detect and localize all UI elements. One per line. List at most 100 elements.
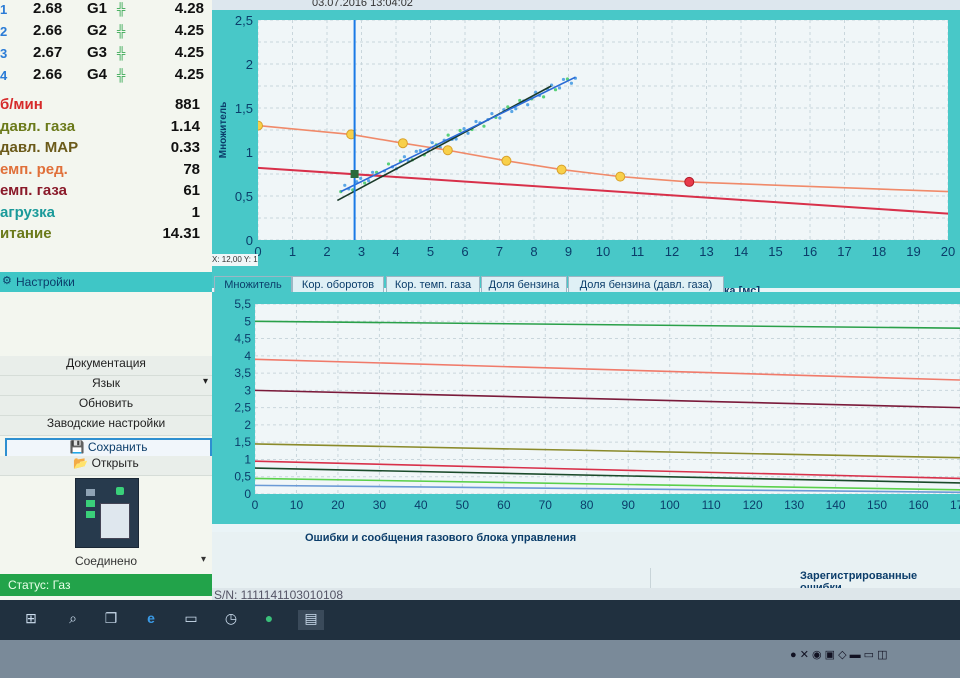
x-tick-label: 20 bbox=[941, 244, 955, 259]
update-label: Обновить bbox=[78, 396, 134, 410]
x-tick-label: 140 bbox=[826, 498, 846, 512]
injector-label: G3 bbox=[87, 44, 108, 61]
injector-petrol-time: 2.68 bbox=[33, 0, 63, 17]
injector-gas-time: 4.28 bbox=[174, 0, 204, 17]
app-window: 03.07.2016 13:04:02 1 2.68 G1 ╬ 4.28 2 2.… bbox=[0, 0, 960, 600]
y-tick-label: 2 bbox=[246, 57, 253, 72]
parameter-row: емп. газа 61 bbox=[0, 182, 212, 203]
multiplier-plot-area[interactable] bbox=[253, 19, 949, 241]
floppy-disk-icon: 💾 bbox=[69, 440, 85, 454]
open-label: Открыть bbox=[91, 456, 139, 470]
search-icon[interactable]: ⌕ bbox=[62, 610, 84, 630]
language-label: Язык bbox=[91, 376, 121, 390]
injector-index: 1 bbox=[0, 2, 8, 17]
parameter-row: агрузка 1 bbox=[0, 204, 212, 225]
settings-label: Настройки bbox=[16, 275, 75, 289]
y-tick-label: 1 bbox=[246, 145, 253, 160]
history-plot-area[interactable] bbox=[254, 303, 960, 495]
injector-index: 3 bbox=[0, 46, 8, 61]
x-tick-label: 9 bbox=[565, 244, 572, 259]
injector-row: 1 2.68 G1 ╬ 4.28 bbox=[0, 0, 212, 22]
documentation-menu-item[interactable]: Документация bbox=[0, 356, 212, 376]
tab-label: Кор. темп. газа bbox=[394, 279, 472, 291]
sample-point bbox=[402, 155, 407, 159]
x-tick-label: 90 bbox=[622, 498, 636, 512]
x-tick-label: 5 bbox=[427, 244, 434, 259]
x-tick-label: 70 bbox=[539, 498, 553, 512]
y-tick-label: 0,5 bbox=[235, 189, 253, 204]
tab-label: Кор. оборотов bbox=[301, 279, 375, 291]
edge-browser-icon[interactable]: e bbox=[140, 610, 162, 630]
app-icon[interactable]: ● bbox=[258, 610, 280, 630]
multiplier-chart[interactable] bbox=[253, 19, 949, 241]
injector-index: 2 bbox=[0, 24, 8, 39]
x-tick-label: 4 bbox=[392, 244, 399, 259]
series-line-fit-black bbox=[336, 85, 552, 202]
injector-icon: ╬ bbox=[117, 2, 126, 16]
y-tick-label: 0,5 bbox=[234, 470, 251, 484]
cursor-point bbox=[350, 170, 359, 178]
x-tick-label: 110 bbox=[702, 498, 721, 512]
factory-settings-menu-item[interactable]: Заводские настройки bbox=[0, 416, 212, 436]
x-tick-label: 2 bbox=[323, 244, 330, 259]
injector-gas-time: 4.25 bbox=[174, 66, 204, 83]
left-panel: 1 2.68 G1 ╬ 4.28 2 2.66 G2 ╬ 4.25 3 2.67 G… bbox=[0, 0, 212, 600]
x-tick-label: 30 bbox=[373, 498, 387, 512]
injector-row: 4 2.66 G4 ╬ 4.25 bbox=[0, 66, 212, 88]
y-tick-label: 1 bbox=[244, 452, 251, 466]
history-series-line bbox=[254, 389, 960, 409]
open-menu-item[interactable]: 📂 Открыть bbox=[0, 456, 212, 476]
file-explorer-icon[interactable]: ▭ bbox=[180, 610, 202, 630]
settings-bar[interactable]: ⚙ Настройки bbox=[0, 272, 212, 292]
parameter-label: емп. газа bbox=[0, 182, 68, 199]
sample-point bbox=[458, 128, 462, 133]
parameter-label: давл. газа bbox=[0, 117, 76, 135]
curve-marker bbox=[556, 164, 567, 175]
task-view-icon[interactable]: ❐ bbox=[100, 610, 122, 630]
parameter-value: 1.14 bbox=[170, 117, 200, 135]
sample-point bbox=[363, 181, 367, 185]
y-tick-label: 1,5 bbox=[235, 101, 253, 116]
parameter-row: б/мин 881 bbox=[0, 96, 212, 117]
injector-label: G4 bbox=[87, 66, 108, 83]
active-app-icon[interactable]: ▤ bbox=[298, 610, 324, 630]
x-tick-label: 10 bbox=[290, 498, 304, 512]
history-chart[interactable] bbox=[254, 303, 960, 495]
injector-row: 2 2.66 G2 ╬ 4.25 bbox=[0, 22, 212, 44]
sample-point bbox=[343, 183, 347, 187]
update-menu-item[interactable]: Обновить bbox=[0, 396, 212, 416]
curve-marker bbox=[615, 171, 626, 182]
x-tick-label: 160 bbox=[909, 498, 929, 512]
y-tick-label: 5 bbox=[244, 314, 251, 328]
curve-marker bbox=[397, 138, 408, 149]
sample-point bbox=[446, 133, 450, 137]
x-tick-label: 17 bbox=[837, 244, 851, 259]
x-tick-label: 8 bbox=[530, 244, 537, 259]
parameter-label: агрузка bbox=[0, 203, 56, 221]
monitor-bezel: ● ✕ ◉ ▣ ◇ ▬ ▭ ◫ bbox=[0, 640, 960, 678]
sample-point bbox=[430, 141, 434, 145]
parameter-value: 61 bbox=[183, 182, 200, 199]
tray-icons: ● ✕ ◉ ▣ ◇ ▬ ▭ ◫ bbox=[790, 649, 888, 661]
gas-ecu-device-icon bbox=[75, 478, 139, 548]
serial-number: S/N: 1111141103010108 bbox=[214, 588, 343, 600]
sample-point bbox=[462, 127, 466, 131]
parameter-label: итание bbox=[0, 225, 52, 242]
connection-label: Соединено bbox=[74, 554, 138, 568]
save-label: Сохранить bbox=[87, 440, 148, 454]
x-tick-label: 0 bbox=[252, 498, 259, 512]
parameter-row: итание 14.31 bbox=[0, 225, 212, 246]
windows-start-icon[interactable]: ⊞ bbox=[20, 610, 42, 630]
language-menu-item[interactable]: Язык ▾ bbox=[0, 376, 212, 396]
parameter-value: 881 bbox=[174, 96, 200, 113]
sample-point bbox=[367, 179, 371, 183]
sample-point bbox=[414, 149, 418, 153]
dropdown-arrow-icon: ▾ bbox=[202, 376, 208, 387]
injector-label: G1 bbox=[87, 0, 108, 17]
x-tick-label: 11 bbox=[631, 244, 645, 259]
x-tick-label: 14 bbox=[734, 244, 748, 259]
status-label: Статус: Газ bbox=[8, 578, 71, 592]
windows-taskbar: ⊞ ⌕ ❐ e ▭ ◷ ● ▤ bbox=[0, 600, 960, 640]
x-tick-label: 150 bbox=[867, 498, 887, 512]
clock-app-icon[interactable]: ◷ bbox=[220, 610, 242, 630]
